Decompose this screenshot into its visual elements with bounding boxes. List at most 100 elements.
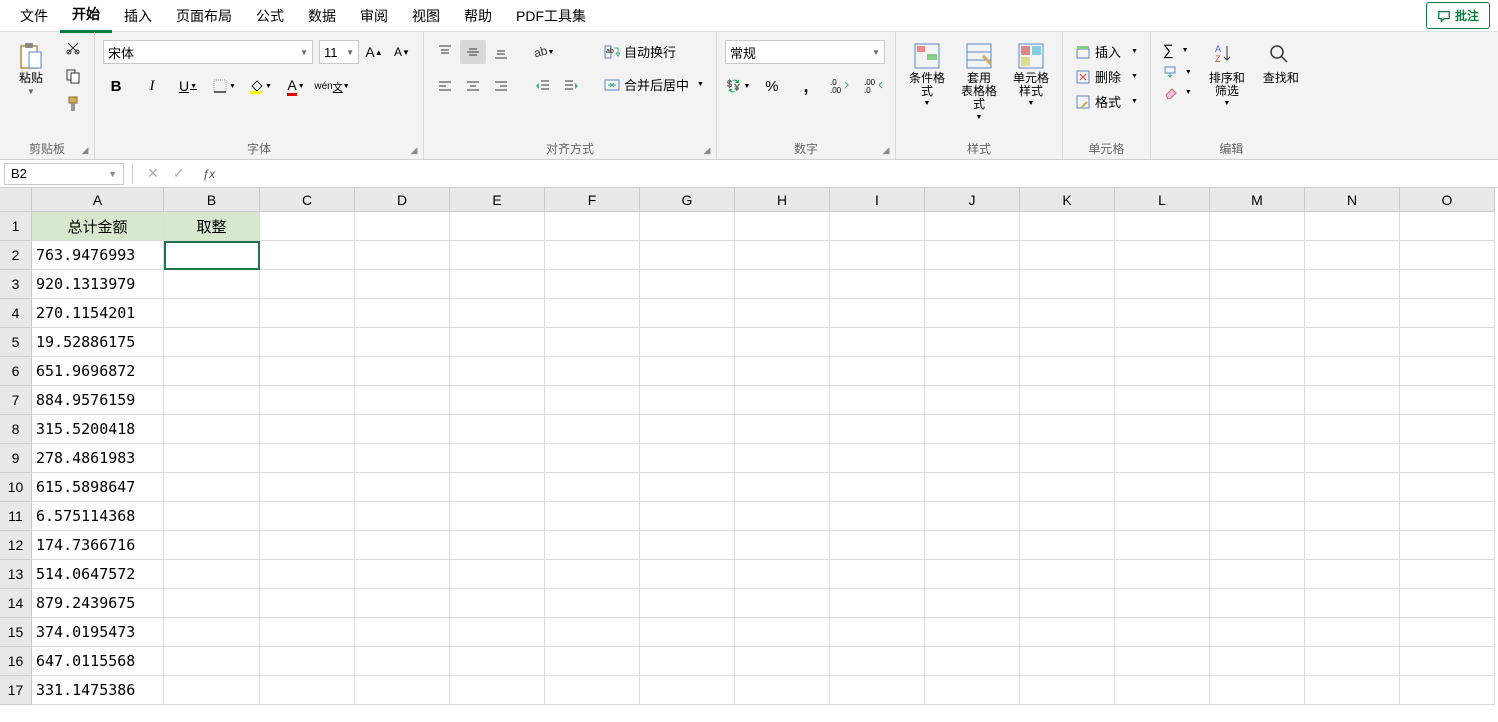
cell-F7[interactable]: [545, 386, 640, 415]
conditional-format-button[interactable]: 条件格式▼: [904, 36, 950, 107]
cell-A1[interactable]: 总计金额: [32, 212, 164, 241]
cell-J3[interactable]: [925, 270, 1020, 299]
cell-D8[interactable]: [355, 415, 450, 444]
cell-B3[interactable]: [164, 270, 260, 299]
cell-N3[interactable]: [1305, 270, 1400, 299]
cell-N17[interactable]: [1305, 676, 1400, 705]
cell-M9[interactable]: [1210, 444, 1305, 473]
cell-H1[interactable]: [735, 212, 830, 241]
cell-F8[interactable]: [545, 415, 640, 444]
cell-O16[interactable]: [1400, 647, 1495, 676]
cell-F2[interactable]: [545, 241, 640, 270]
cell-F13[interactable]: [545, 560, 640, 589]
cell-E7[interactable]: [450, 386, 545, 415]
cell-B16[interactable]: [164, 647, 260, 676]
column-header-F[interactable]: F: [545, 188, 640, 212]
cell-K17[interactable]: [1020, 676, 1115, 705]
cell-B7[interactable]: [164, 386, 260, 415]
cell-E15[interactable]: [450, 618, 545, 647]
cell-F14[interactable]: [545, 589, 640, 618]
number-format-select[interactable]: 常规▼: [725, 40, 885, 64]
cell-C13[interactable]: [260, 560, 355, 589]
row-header-15[interactable]: 15: [0, 618, 32, 647]
cell-L1[interactable]: [1115, 212, 1210, 241]
cell-H16[interactable]: [735, 647, 830, 676]
cancel-formula-button[interactable]: ✕: [147, 165, 159, 182]
cell-B6[interactable]: [164, 357, 260, 386]
cell-L16[interactable]: [1115, 647, 1210, 676]
cell-C7[interactable]: [260, 386, 355, 415]
cell-G2[interactable]: [640, 241, 735, 270]
cell-F3[interactable]: [545, 270, 640, 299]
sort-filter-button[interactable]: AZ 排序和筛选▼: [1204, 36, 1250, 107]
cell-E10[interactable]: [450, 473, 545, 502]
cell-L8[interactable]: [1115, 415, 1210, 444]
cell-E11[interactable]: [450, 502, 545, 531]
cell-H2[interactable]: [735, 241, 830, 270]
column-header-N[interactable]: N: [1305, 188, 1400, 212]
cell-A5[interactable]: 19.52886175: [32, 328, 164, 357]
cell-E8[interactable]: [450, 415, 545, 444]
cell-O12[interactable]: [1400, 531, 1495, 560]
cell-F16[interactable]: [545, 647, 640, 676]
cell-L17[interactable]: [1115, 676, 1210, 705]
cell-J8[interactable]: [925, 415, 1020, 444]
cell-C12[interactable]: [260, 531, 355, 560]
cell-H13[interactable]: [735, 560, 830, 589]
cell-A11[interactable]: 6.575114368: [32, 502, 164, 531]
cell-F5[interactable]: [545, 328, 640, 357]
cell-M7[interactable]: [1210, 386, 1305, 415]
cell-I4[interactable]: [830, 299, 925, 328]
cell-G17[interactable]: [640, 676, 735, 705]
cell-M12[interactable]: [1210, 531, 1305, 560]
cell-O9[interactable]: [1400, 444, 1495, 473]
align-right-button[interactable]: [488, 74, 514, 98]
cell-A13[interactable]: 514.0647572: [32, 560, 164, 589]
menu-data[interactable]: 数据: [296, 0, 348, 32]
cell-O7[interactable]: [1400, 386, 1495, 415]
cell-C15[interactable]: [260, 618, 355, 647]
find-select-button[interactable]: 查找和: [1258, 36, 1304, 85]
cell-N5[interactable]: [1305, 328, 1400, 357]
column-header-B[interactable]: B: [164, 188, 260, 212]
percent-button[interactable]: %: [759, 74, 785, 98]
cell-I8[interactable]: [830, 415, 925, 444]
number-dialog-launcher[interactable]: ◢: [879, 143, 893, 157]
comma-button[interactable]: ,: [793, 74, 819, 98]
cell-O2[interactable]: [1400, 241, 1495, 270]
cell-J7[interactable]: [925, 386, 1020, 415]
cell-G13[interactable]: [640, 560, 735, 589]
decrease-font-button[interactable]: A▼: [389, 40, 415, 64]
cell-M11[interactable]: [1210, 502, 1305, 531]
underline-button[interactable]: U▼: [175, 74, 201, 98]
cell-J10[interactable]: [925, 473, 1020, 502]
cell-H6[interactable]: [735, 357, 830, 386]
cell-H15[interactable]: [735, 618, 830, 647]
border-button[interactable]: ▼: [211, 74, 237, 98]
cell-B11[interactable]: [164, 502, 260, 531]
menu-page-layout[interactable]: 页面布局: [164, 0, 244, 32]
cell-O1[interactable]: [1400, 212, 1495, 241]
cell-D16[interactable]: [355, 647, 450, 676]
cell-E16[interactable]: [450, 647, 545, 676]
cell-O14[interactable]: [1400, 589, 1495, 618]
row-header-2[interactable]: 2: [0, 241, 32, 270]
cell-K7[interactable]: [1020, 386, 1115, 415]
cell-N13[interactable]: [1305, 560, 1400, 589]
cell-C5[interactable]: [260, 328, 355, 357]
cell-K3[interactable]: [1020, 270, 1115, 299]
cell-J15[interactable]: [925, 618, 1020, 647]
cell-N2[interactable]: [1305, 241, 1400, 270]
cell-M10[interactable]: [1210, 473, 1305, 502]
increase-font-button[interactable]: A▲: [361, 40, 387, 64]
cell-N4[interactable]: [1305, 299, 1400, 328]
cell-B5[interactable]: [164, 328, 260, 357]
cell-D2[interactable]: [355, 241, 450, 270]
cell-F11[interactable]: [545, 502, 640, 531]
row-header-9[interactable]: 9: [0, 444, 32, 473]
cell-H4[interactable]: [735, 299, 830, 328]
cell-I10[interactable]: [830, 473, 925, 502]
cell-O17[interactable]: [1400, 676, 1495, 705]
cell-G15[interactable]: [640, 618, 735, 647]
cell-L10[interactable]: [1115, 473, 1210, 502]
